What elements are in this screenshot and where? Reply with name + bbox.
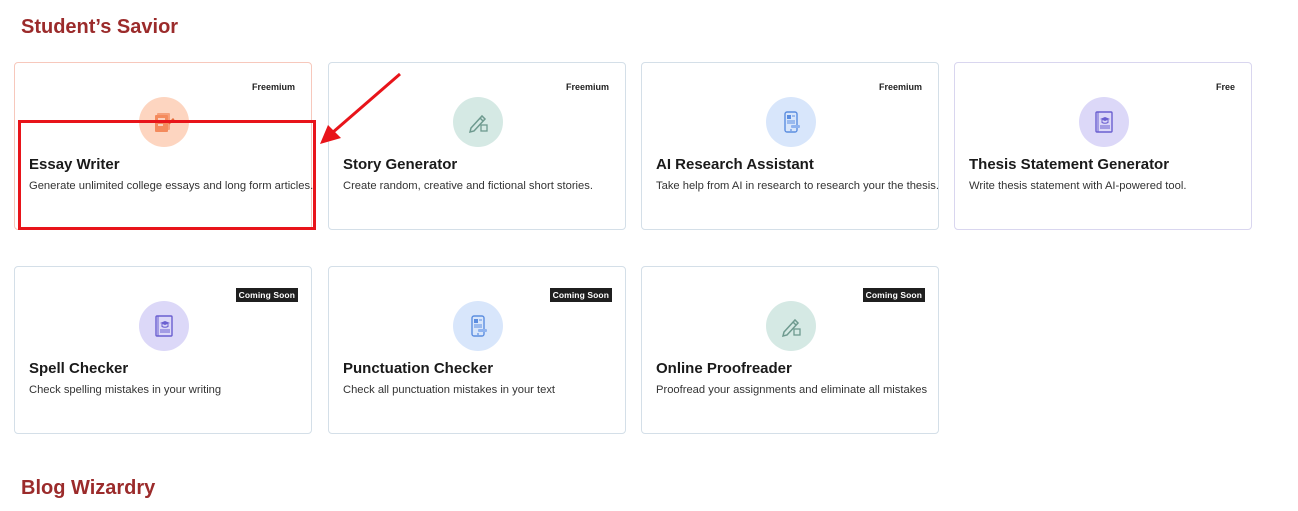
card-title: Story Generator — [343, 156, 458, 173]
card-title: Thesis Statement Generator — [969, 156, 1170, 173]
card-description: Check all punctuation mistakes in your t… — [343, 384, 556, 396]
tablet-document-icon — [453, 301, 503, 351]
card-title: Spell Checker — [29, 360, 129, 377]
tablet-document-icon — [766, 97, 816, 147]
graduation-book-icon — [1079, 97, 1129, 147]
pen-writing-icon — [453, 97, 503, 147]
tool-card-spell-checker[interactable]: Coming Soon Spell Checker Check spelling… — [14, 266, 312, 434]
pricing-badge: Freemium — [251, 82, 295, 92]
pricing-badge: Freemium — [878, 82, 922, 92]
coming-soon-badge: Coming Soon — [862, 288, 925, 302]
card-description: Take help from AI in research to researc… — [656, 180, 939, 192]
card-title: Online Proofreader — [656, 360, 792, 377]
card-description: Write thesis statement with AI-powered t… — [969, 180, 1187, 192]
card-description: Create random, creative and fictional sh… — [343, 180, 593, 192]
coming-soon-badge: Coming Soon — [549, 288, 612, 302]
section-title-blog-wizardry: Blog Wizardry — [21, 477, 156, 499]
card-title: AI Research Assistant — [656, 156, 814, 173]
graduation-book-icon — [139, 301, 189, 351]
coming-soon-badge: Coming Soon — [235, 288, 298, 302]
card-description: Generate unlimited college essays and lo… — [29, 180, 314, 192]
tool-card-punctuation-checker[interactable]: Coming Soon Punctuation Checker Check al… — [328, 266, 626, 434]
tool-card-ai-research-assistant[interactable]: Freemium AI Research Assistant Take help… — [641, 62, 939, 230]
tool-card-essay-writer[interactable]: Freemium Essay Writer Generate unlimited… — [14, 62, 314, 230]
essay-document-icon — [139, 97, 189, 147]
tool-card-thesis-statement-generator[interactable]: Free Thesis Statement Generator Write th… — [954, 62, 1252, 230]
tool-card-story-generator[interactable]: Freemium Story Generator Create random, … — [328, 62, 626, 230]
card-title: Punctuation Checker — [343, 360, 494, 377]
pricing-badge: Free — [1215, 82, 1235, 92]
card-description: Check spelling mistakes in your writing — [29, 384, 222, 396]
pricing-badge: Freemium — [565, 82, 609, 92]
card-description: Proofread your assignments and eliminate… — [656, 384, 928, 396]
pen-writing-icon — [766, 301, 816, 351]
section-title-students-savior: Student’s Savior — [21, 16, 179, 38]
card-title: Essay Writer — [29, 156, 120, 173]
tool-card-online-proofreader[interactable]: Coming Soon Online Proofreader Proofread… — [641, 266, 939, 434]
